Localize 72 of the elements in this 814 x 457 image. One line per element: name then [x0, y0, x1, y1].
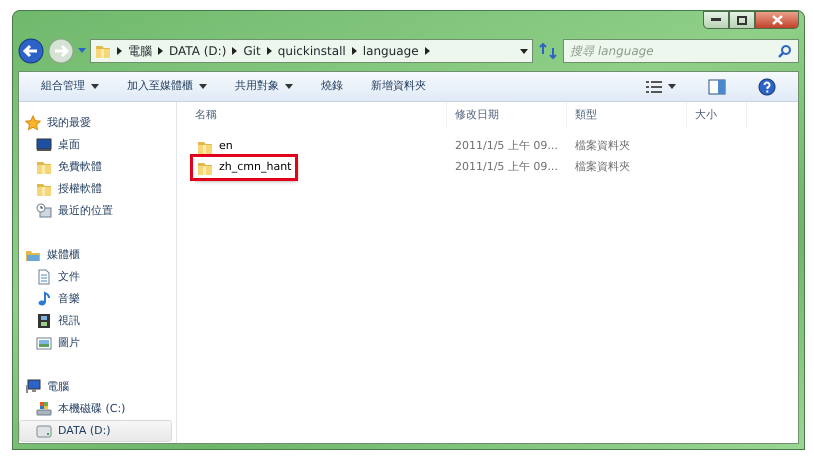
- sidebar-item[interactable]: 視訊: [19, 310, 176, 332]
- film-icon: [36, 313, 52, 329]
- file-name[interactable]: zh_cmn_hant: [193, 157, 296, 178]
- table-cell-text: 2011/1/5 上午 09...: [454, 138, 559, 154]
- column-header[interactable]: 大小: [687, 102, 747, 128]
- sidebar-item[interactable]: 最近的位置: [19, 200, 176, 222]
- list-view-icon: [646, 80, 662, 92]
- address-bar[interactable]: 電腦 DATA (D:) Git quickinstall language: [90, 39, 533, 63]
- maximize-button[interactable]: [729, 11, 755, 29]
- back-button[interactable]: [18, 38, 44, 64]
- sidebar-group[interactable]: 電腦: [19, 376, 176, 398]
- chevron-icon[interactable]: [352, 47, 357, 55]
- history-dropdown-icon[interactable]: [78, 48, 86, 54]
- caret-icon: [668, 84, 676, 89]
- sidebar-item[interactable]: 圖片: [19, 332, 176, 354]
- help-icon: [758, 78, 776, 96]
- table-cell-text: 檔案資料夾: [574, 159, 631, 176]
- folder-icon: [95, 43, 111, 59]
- file-name[interactable]: en: [193, 136, 237, 157]
- minimize-icon: [711, 18, 721, 22]
- toolbar-button[interactable]: 組合管理: [27, 75, 113, 98]
- refresh-button[interactable]: [537, 40, 559, 62]
- music-note-icon: [36, 291, 52, 307]
- minimize-button[interactable]: [703, 11, 729, 29]
- sidebar-item[interactable]: 音樂: [19, 288, 176, 310]
- sidebar-group[interactable]: 媒體櫃: [19, 244, 176, 266]
- chevron-icon[interactable]: [424, 47, 430, 55]
- sidebar-group[interactable]: 我的最愛: [19, 112, 176, 134]
- folder-icon: [36, 159, 52, 175]
- desktop-icon: [36, 137, 52, 153]
- caret-icon: [199, 84, 207, 89]
- caret-icon: [285, 84, 293, 89]
- toolbar-button[interactable]: 燒錄: [307, 75, 357, 98]
- chevron-icon[interactable]: [266, 47, 272, 55]
- picture-icon: [36, 335, 52, 351]
- table-cell-text: 2011/1/5 上午 09...: [454, 159, 559, 176]
- sidebar-item[interactable]: 文件: [19, 266, 176, 288]
- chevron-icon[interactable]: [158, 47, 163, 55]
- chevron-icon[interactable]: [117, 47, 122, 55]
- dropdown-icon[interactable]: [520, 48, 528, 54]
- sidebar-item[interactable]: 本機磁碟 (C:): [19, 398, 176, 420]
- breadcrumb-item[interactable]: language: [362, 42, 419, 60]
- pane-icon: [708, 78, 726, 94]
- computer-icon: [25, 379, 41, 395]
- breadcrumb-item[interactable]: 電腦: [128, 42, 152, 60]
- toolbar-button[interactable]: 共用對象: [221, 75, 307, 98]
- recent-places-icon: [36, 203, 52, 219]
- column-header[interactable]: 類型: [567, 102, 687, 128]
- sidebar-item[interactable]: 免費軟體: [19, 156, 176, 178]
- search-icon: [778, 44, 792, 58]
- close-button[interactable]: [755, 11, 799, 29]
- toolbar-button[interactable]: 加入至媒體櫃: [113, 75, 221, 98]
- breadcrumb-item[interactable]: DATA (D:): [169, 42, 226, 60]
- breadcrumb-item[interactable]: Git: [243, 42, 261, 60]
- document-icon: [36, 269, 52, 285]
- sidebar-item[interactable]: 桌面: [19, 134, 176, 156]
- folder-icon: [36, 181, 52, 197]
- caret-icon: [91, 84, 99, 89]
- chevron-icon[interactable]: [232, 47, 238, 55]
- search-field[interactable]: 搜尋 language: [563, 39, 799, 63]
- drive-icon: [36, 423, 52, 439]
- toolbar-button[interactable]: 新增資料夾: [357, 75, 440, 98]
- sidebar-item[interactable]: 授權軟體: [19, 178, 176, 200]
- table-cell-text: 檔案資料夾: [574, 138, 631, 154]
- close-icon: [772, 15, 782, 25]
- sidebar-item[interactable]: DATA (D:): [19, 420, 172, 442]
- star-icon: [25, 115, 41, 131]
- column-header[interactable]: 修改日期: [447, 102, 567, 128]
- breadcrumb-item[interactable]: quickinstall: [278, 42, 346, 60]
- column-header[interactable]: 名稱: [187, 102, 447, 128]
- system-drive-icon: [36, 401, 52, 417]
- maximize-icon: [737, 16, 747, 24]
